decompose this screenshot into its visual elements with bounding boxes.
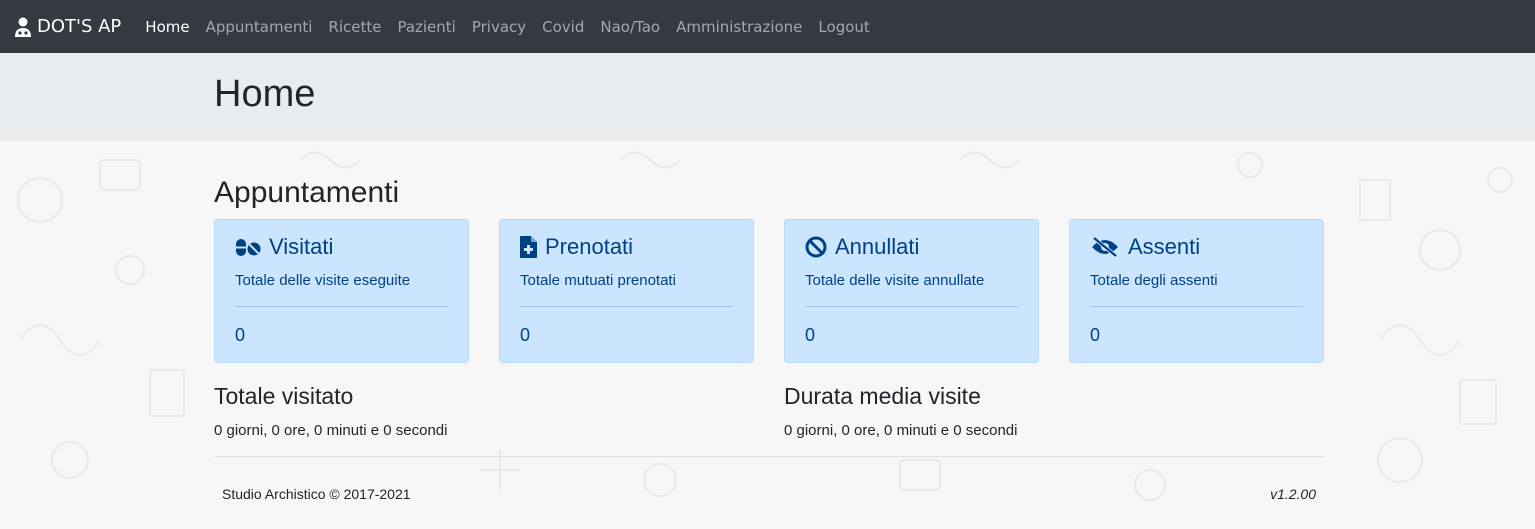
card-description: Totale degli assenti	[1090, 272, 1218, 289]
nav-home[interactable]: Home	[145, 18, 189, 36]
ban-icon	[805, 236, 827, 258]
page-title: Home	[214, 73, 316, 115]
card-title-row: Annullati	[805, 234, 1018, 260]
nav-amministrazione[interactable]: Amministrazione	[676, 18, 802, 36]
card-description: Totale delle visite annullate	[805, 272, 985, 289]
card-description: Totale mutuati prenotati	[520, 272, 676, 289]
top-navbar: DOT'S AP Home Appuntamenti Ricette Pazie…	[0, 0, 1535, 53]
card-visitati: Visitati Totale delle visite eseguite 0	[214, 219, 469, 363]
file-medical-icon	[520, 236, 537, 258]
total-visited-stat: Totale visitato 0 giorni, 0 ore, 0 minut…	[214, 383, 447, 439]
user-doctor-icon	[15, 17, 31, 37]
nav-covid[interactable]: Covid	[542, 18, 584, 36]
card-divider	[235, 306, 448, 307]
nav-nao-tao[interactable]: Nao/Tao	[600, 18, 660, 36]
card-value: 0	[1090, 325, 1101, 345]
pills-icon	[236, 239, 261, 256]
card-value: 0	[805, 325, 816, 345]
appointment-cards: Visitati Totale delle visite eseguite 0 …	[214, 219, 1324, 363]
card-value: 0	[235, 325, 246, 345]
total-visited-value: 0 giorni, 0 ore, 0 minuti e 0 secondi	[214, 422, 448, 439]
nav-logout[interactable]: Logout	[818, 18, 869, 36]
footer-divider	[214, 456, 1324, 457]
card-divider	[805, 306, 1018, 307]
card-prenotati: Prenotati Totale mutuati prenotati 0	[499, 219, 754, 363]
eye-slash-icon	[1092, 236, 1118, 258]
nav-appuntamenti[interactable]: Appuntamenti	[206, 18, 313, 36]
card-title-row: Visitati	[235, 234, 448, 260]
average-duration-title: Durata media visite	[784, 383, 981, 409]
card-value: 0	[520, 325, 531, 345]
card-title: Assenti	[1128, 234, 1201, 259]
card-title: Annullati	[835, 234, 920, 259]
nav-ricette[interactable]: Ricette	[328, 18, 381, 36]
page-header: Home	[0, 53, 1535, 141]
brand-label: DOT'S AP	[37, 16, 122, 37]
card-divider	[520, 306, 733, 307]
card-title-row: Assenti	[1090, 234, 1303, 260]
card-annullati: Annullati Totale delle visite annullate …	[784, 219, 1039, 363]
brand[interactable]: DOT'S AP	[14, 16, 121, 37]
appointments-title: Appuntamenti	[214, 176, 400, 209]
average-duration-stat: Durata media visite 0 giorni, 0 ore, 0 m…	[784, 383, 1017, 439]
card-title: Visitati	[269, 234, 334, 259]
average-duration-value: 0 giorni, 0 ore, 0 minuti e 0 secondi	[784, 422, 1018, 439]
footer-version: v1.2.00	[1270, 486, 1316, 502]
card-description: Totale delle visite eseguite	[235, 272, 411, 289]
card-title: Prenotati	[545, 234, 634, 259]
card-title-row: Prenotati	[520, 234, 733, 260]
card-divider	[1090, 306, 1303, 307]
nav-pazienti[interactable]: Pazienti	[397, 18, 455, 36]
card-assenti: Assenti Totale degli assenti 0	[1069, 219, 1324, 363]
total-visited-title: Totale visitato	[214, 383, 354, 409]
footer-copyright: Studio Archistico © 2017-2021	[222, 486, 411, 502]
nav-privacy[interactable]: Privacy	[472, 18, 526, 36]
